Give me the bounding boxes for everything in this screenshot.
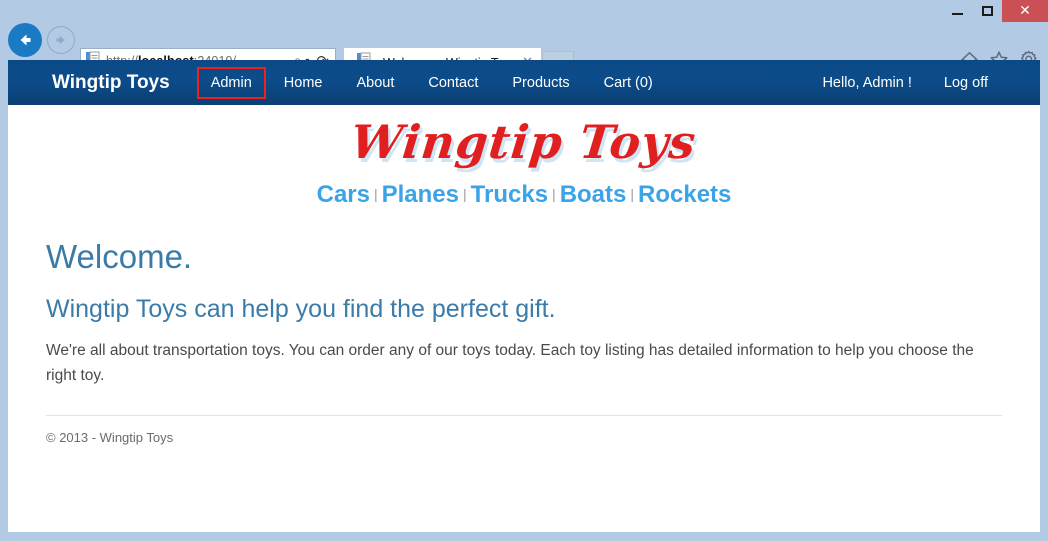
category-separator: | [552, 186, 556, 202]
nav-link-products[interactable]: Products [495, 75, 586, 91]
window-title-bar: ✕ [0, 0, 1048, 22]
footer-copyright: © 2013 - Wingtip Toys [46, 430, 174, 446]
user-greeting[interactable]: Hello, Admin ! [806, 75, 927, 91]
logo-container: Wingtip Toys [46, 105, 1002, 169]
wingtip-toys-logo: Wingtip Toys [348, 115, 700, 169]
forward-arrow-icon [56, 35, 65, 45]
navbar-right-group: Hello, Admin ! Log off [806, 75, 1004, 91]
category-link-planes[interactable]: Planes [382, 181, 459, 208]
category-separator: | [373, 186, 378, 202]
minimize-button[interactable] [942, 0, 972, 22]
page-content: Wingtip Toys Cars | Planes | Trucks | Boats | Ro… [8, 105, 1040, 446]
nav-link-about[interactable]: About [339, 75, 411, 91]
category-separator: | [630, 186, 635, 202]
category-link-trucks[interactable]: Trucks [471, 181, 548, 208]
nav-link-cart[interactable]: Cart (0) [587, 75, 670, 91]
maximize-icon [981, 6, 993, 16]
nav-link-home[interactable]: Home [267, 75, 340, 91]
maximize-button[interactable] [972, 0, 1002, 22]
back-arrow-icon [20, 34, 31, 46]
close-button[interactable]: ✕ [1002, 0, 1048, 22]
category-link-bar: Cars | Planes | Trucks | Boats | Rockets [46, 169, 1002, 209]
browser-window: ✕ http://lo [0, 0, 1048, 541]
nav-link-admin[interactable]: Admin [196, 66, 266, 99]
logoff-link[interactable]: Log off [928, 75, 1004, 91]
navbar-links: Admin Home About Contact Products Cart (… [196, 66, 670, 99]
category-link-cars[interactable]: Cars [317, 181, 370, 208]
minimize-icon [951, 13, 963, 15]
back-button[interactable] [8, 23, 42, 57]
browser-toolbar: http://localhost:24019/ ⌕ ▾ ⟳ W [0, 22, 1048, 77]
site-brand[interactable]: Wingtip Toys [52, 72, 170, 94]
category-separator: | [463, 186, 467, 202]
navbar-left-group: Wingtip Toys Admin Home About Contact Pr… [8, 66, 670, 99]
site-navbar: Wingtip Toys Admin Home About Contact Pr… [8, 60, 1040, 105]
nav-link-contact[interactable]: Contact [411, 75, 495, 91]
page-subtitle: Wingtip Toys can help you find the perfe… [46, 295, 556, 324]
category-link-rockets[interactable]: Rockets [638, 181, 731, 208]
close-icon: ✕ [1019, 3, 1031, 19]
page-title: Welcome. [46, 238, 193, 275]
window-controls: ✕ [942, 0, 1048, 22]
page-viewport: Wingtip Toys Admin Home About Contact Pr… [8, 60, 1040, 532]
page-body-text: We're all about transportation toys. You… [46, 342, 974, 385]
footer-divider [46, 415, 1002, 417]
category-link-boats[interactable]: Boats [560, 181, 627, 208]
forward-button[interactable] [47, 26, 75, 54]
